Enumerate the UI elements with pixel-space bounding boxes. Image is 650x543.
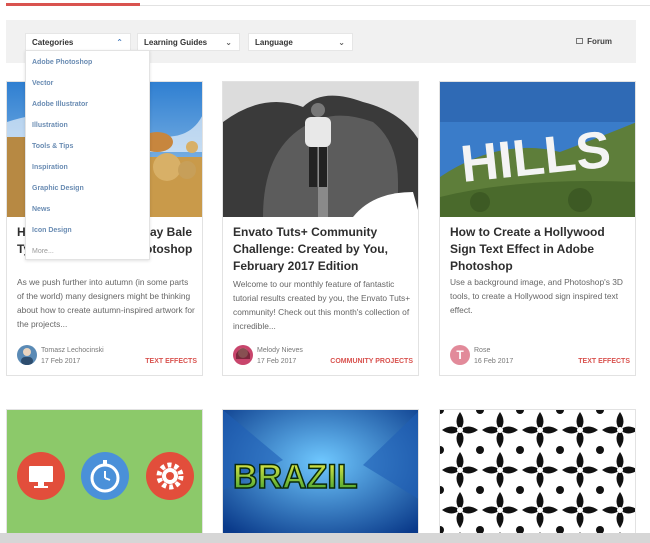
dropdown-item-more[interactable]: More...	[32, 248, 54, 255]
stopwatch-icon	[81, 452, 129, 500]
card-excerpt: As we push further into autumn (in some …	[17, 277, 195, 329]
article-card[interactable]: BRAZIL	[222, 409, 419, 539]
post-date: 17 Feb 2017	[41, 358, 81, 365]
dropdown-item-news[interactable]: News	[32, 206, 50, 213]
double-exposure-image	[223, 82, 418, 217]
category-link[interactable]: TEXT EFFECTS	[145, 358, 197, 365]
dropdown-item-tools-tips[interactable]: Tools & Tips	[32, 143, 73, 150]
dropdown-item-inspiration[interactable]: Inspiration	[32, 164, 68, 171]
dropdown-item-adobe-illustrator[interactable]: Adobe Illustrator	[32, 101, 88, 108]
monitor-icon	[17, 452, 65, 500]
post-date: 16 Feb 2017	[474, 358, 514, 365]
forum-icon	[576, 38, 584, 44]
card-title-fragment: ay Bale	[150, 225, 193, 239]
tab-divider	[140, 5, 650, 6]
language-label: Language	[255, 38, 293, 47]
page: Categories ⌃ Learning Guides ⌄ Language …	[0, 0, 650, 543]
author-name[interactable]: Rose	[474, 347, 490, 354]
card-title[interactable]: How to Create a Hollywood Sign Text Effe…	[450, 224, 628, 275]
chevron-up-icon: ⌃	[116, 38, 123, 47]
active-tab-indicator	[6, 3, 140, 6]
dropdown-item-icon-design[interactable]: Icon Design	[32, 227, 72, 234]
dropdown-item-illustration[interactable]: Illustration	[32, 122, 68, 129]
author-name[interactable]: Melody Nieves	[257, 347, 303, 354]
card-thumbnail[interactable]: BRAZIL	[223, 410, 418, 538]
card-author: Melody Nieves 17 Feb 2017 COMMUNITY PROJ…	[233, 345, 413, 369]
top-tab-bar	[0, 0, 650, 8]
author-name[interactable]: Tomasz Lechocinski	[41, 347, 104, 354]
card-thumbnail[interactable]: HILLS	[440, 82, 635, 217]
article-card[interactable]	[6, 409, 203, 539]
avatar-initial: T	[456, 348, 464, 362]
card-author: Tomasz Lechocinski 17 Feb 2017 TEXT EFFE…	[17, 345, 197, 369]
brazil-text-image: BRAZIL	[223, 410, 418, 538]
card-excerpt: Use a background image, and Photoshop's …	[450, 277, 623, 315]
card-title[interactable]: Envato Tuts+ Community Challenge: Create…	[233, 224, 411, 275]
dropdown-item-graphic-design[interactable]: Graphic Design	[32, 185, 84, 192]
learning-guides-select[interactable]: Learning Guides ⌄	[137, 33, 240, 51]
gear-icon	[146, 452, 194, 500]
article-card[interactable]: HILLS How to Create a Hollywood Sign Tex…	[439, 81, 636, 376]
category-link[interactable]: TEXT EFFECTS	[578, 358, 630, 365]
horizontal-scrollbar[interactable]	[0, 533, 650, 543]
card-excerpt: Welcome to our monthly feature of fantas…	[233, 279, 411, 331]
category-link[interactable]: COMMUNITY PROJECTS	[330, 358, 413, 365]
categories-select[interactable]: Categories ⌃	[25, 33, 131, 51]
post-date: 17 Feb 2017	[257, 358, 297, 365]
forum-link[interactable]: Forum	[576, 37, 612, 46]
flat-icons-image	[7, 410, 202, 538]
avatar: T	[450, 345, 470, 365]
categories-dropdown: Adobe Photoshop Vector Adobe Illustrator…	[25, 50, 150, 260]
card-title-fragment: otoshop	[145, 242, 193, 256]
chevron-down-icon: ⌄	[225, 38, 232, 47]
learning-guides-label: Learning Guides	[144, 38, 208, 47]
categories-label: Categories	[32, 38, 74, 47]
avatar	[17, 345, 37, 365]
hollywood-sign-image: HILLS	[440, 82, 635, 217]
card-thumbnail[interactable]	[440, 410, 635, 538]
forum-label: Forum	[587, 37, 612, 46]
article-card[interactable]	[439, 409, 636, 539]
card-author: T Rose 16 Feb 2017 TEXT EFFECTS	[450, 345, 630, 369]
chevron-down-icon: ⌄	[338, 38, 345, 47]
brazil-image-text: BRAZIL	[233, 458, 358, 496]
damask-pattern-image	[440, 410, 635, 538]
language-select[interactable]: Language ⌄	[248, 33, 353, 51]
card-thumbnail[interactable]	[223, 82, 418, 217]
article-card[interactable]: Envato Tuts+ Community Challenge: Create…	[222, 81, 419, 376]
dropdown-item-vector[interactable]: Vector	[32, 80, 53, 87]
dropdown-item-adobe-photoshop[interactable]: Adobe Photoshop	[32, 59, 92, 66]
avatar	[233, 345, 253, 365]
card-thumbnail[interactable]	[7, 410, 202, 538]
